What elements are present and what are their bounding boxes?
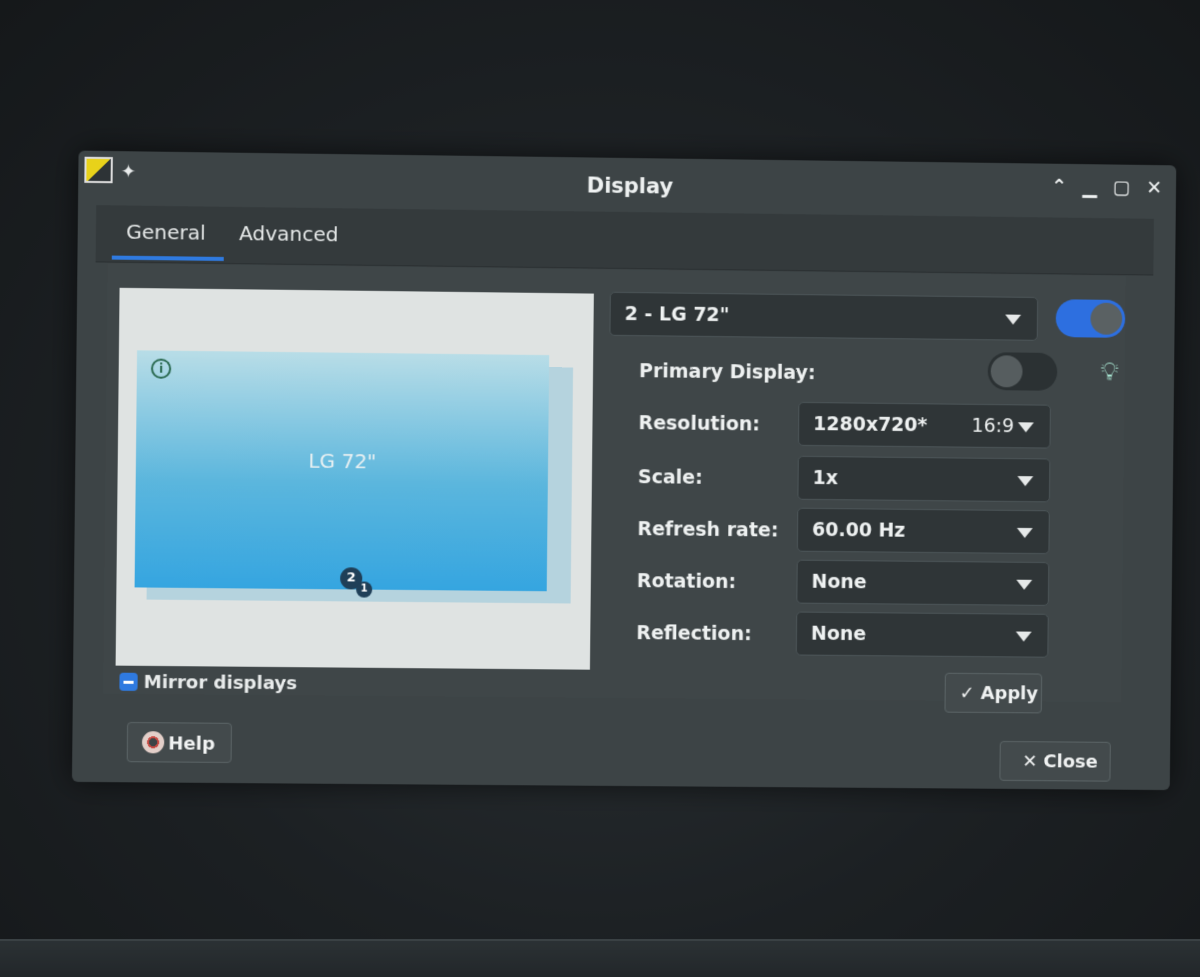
primary-display-toggle[interactable] [988,352,1058,391]
maximize-button[interactable]: ▢ [1113,176,1131,198]
help-button[interactable]: Help [127,722,232,763]
display-select[interactable]: 2 - LG 72" [609,292,1038,341]
mirror-displays-label: Mirror displays [144,672,298,694]
mirror-displays-checkbox[interactable]: Mirror displays [119,672,297,695]
monitor-2-tile[interactable]: i LG 72" [135,350,550,591]
general-panel: i LG 72" 2 1 2 - LG 72" Primary Display: [103,264,1125,703]
screen-photo-background: ✦ Display ⌃ ▁ ▢ ✕ General Advanced i LG … [0,0,1200,977]
chevron-down-icon [1018,422,1034,432]
monitor-badge-1: 1 [356,581,372,597]
apply-button[interactable]: ✓ Apply [944,673,1042,714]
tab-advanced[interactable]: Advanced [239,221,339,246]
scale-value: 1x [812,467,838,489]
shade-button[interactable]: ⌃ [1051,176,1067,198]
refresh-rate-label: Refresh rate: [637,518,778,541]
rotation-select[interactable]: None [796,560,1049,606]
resolution-value: 1280x720* [813,413,927,436]
display-enable-toggle[interactable] [1056,299,1126,338]
checkbox-indeterminate-icon [119,673,137,691]
refresh-rate-select[interactable]: 60.00 Hz [797,508,1050,554]
display-controls: 2 - LG 72" Primary Display: 💡︎ Resolutio… [606,292,1126,702]
monitor-bezel-bottom [0,939,1200,977]
display-select-value: 2 - LG 72" [625,303,730,326]
lifebuoy-icon [142,731,164,753]
resolution-select[interactable]: 1280x720* 16:9 [798,402,1051,449]
monitor-name: LG 72" [136,447,548,475]
display-arrangement-preview[interactable]: i LG 72" 2 1 [116,288,594,670]
chevron-down-icon [1016,632,1032,642]
scale-label: Scale: [638,466,703,489]
chevron-down-icon [1005,315,1021,325]
primary-display-label: Primary Display: [639,360,816,384]
minimize-button[interactable]: ▁ [1082,176,1097,198]
toggle-knob [991,355,1023,387]
chevron-down-icon [1017,528,1033,538]
info-icon[interactable]: i [151,359,171,379]
reflection-label: Reflection: [636,622,752,645]
rotation-value: None [811,571,866,593]
display-settings-window: ✦ Display ⌃ ▁ ▢ ✕ General Advanced i LG … [72,151,1176,790]
chevron-down-icon [1016,580,1032,590]
close-window-button[interactable]: ✕ [1146,177,1162,199]
toggle-knob [1090,303,1122,335]
chevron-down-icon [1017,476,1033,486]
rotation-label: Rotation: [637,570,736,593]
refresh-rate-value: 60.00 Hz [812,519,905,542]
aspect-ratio-value: 16:9 [972,415,1015,437]
reflection-value: None [811,623,866,645]
lightbulb-icon[interactable]: 💡︎ [1100,357,1118,388]
resolution-label: Resolution: [638,412,760,435]
scale-select[interactable]: 1x [797,456,1050,503]
window-title: Display [78,167,1176,205]
tab-general[interactable]: General [126,220,206,245]
help-label: Help [168,733,215,754]
reflection-select[interactable]: None [796,612,1049,658]
close-button[interactable]: ✕ Close [999,741,1110,782]
